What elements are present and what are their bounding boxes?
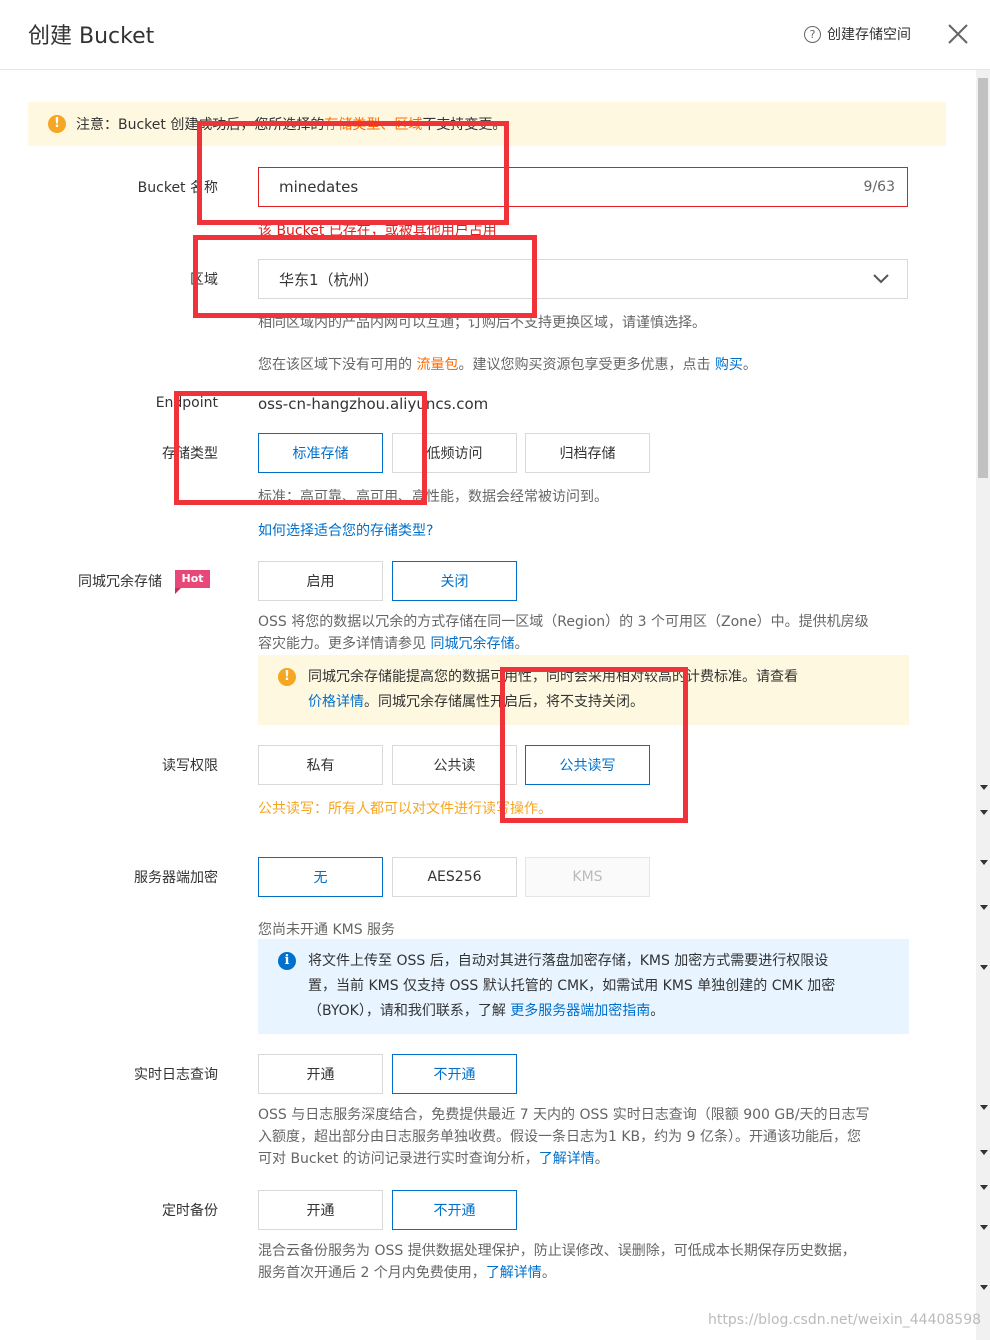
zrs-label: 同城冗余存储 — [78, 574, 162, 590]
acl-private-button[interactable]: 私有 — [258, 745, 383, 785]
annotation-box-bucket-name — [197, 121, 509, 225]
realtime-log-description: OSS 与日志服务深度结合，免费提供最近 7 天内的 OSS 实时日志查询（限额… — [258, 1104, 913, 1170]
scroll-marker — [980, 1225, 988, 1230]
char-counter: 9/63 — [863, 179, 895, 195]
scroll-marker — [980, 1105, 988, 1110]
question-icon: ? — [804, 25, 821, 43]
help-link[interactable]: ? 创建存储空间 — [804, 24, 911, 44]
package-suffix: 。 — [742, 357, 757, 373]
annotation-box-storage-class — [174, 391, 427, 505]
encryption-none-button[interactable]: 无 — [258, 857, 383, 897]
kms-hint: 您尚未开通 KMS 服务 — [258, 922, 396, 938]
encryption-info-line3: （BYOK），请和我们联系，了解 更多服务器端加密指南。 — [308, 999, 889, 1024]
zrs-description: OSS 将您的数据以冗余的方式存储在同一区域（Region）的 3 个可用区（Z… — [258, 611, 913, 655]
package-prefix: 您在该区域下没有可用的 — [258, 357, 417, 373]
zrs-enable-button[interactable]: 启用 — [258, 561, 383, 601]
encryption-label: 服务器端加密 — [134, 870, 218, 886]
info-icon: i — [278, 952, 296, 970]
dialog-header: 创建 Bucket ? 创建存储空间 — [0, 0, 990, 70]
encryption-info-end: 。 — [650, 1003, 665, 1019]
backup-detail-link[interactable]: 了解详情 — [486, 1265, 542, 1281]
backup-enable-button[interactable]: 开通 — [258, 1190, 383, 1230]
realtime-log-desc-text: 可对 Bucket 的访问记录进行实时查询分析， — [258, 1151, 539, 1167]
scroll-marker — [980, 810, 988, 815]
backup-label: 定时备份 — [162, 1203, 218, 1219]
encryption-aes256-button[interactable]: AES256 — [392, 857, 517, 897]
scroll-marker — [980, 1185, 988, 1190]
package-middle: 。建议您购买资源包享受更多优惠，点击 — [458, 357, 715, 373]
realtime-log-enable-button[interactable]: 开通 — [258, 1054, 383, 1094]
storage-class-help-link[interactable]: 如何选择适合您的存储类型? — [258, 520, 433, 540]
acl-public-read-button[interactable]: 公共读 — [392, 745, 517, 785]
chevron-down-icon — [873, 274, 889, 284]
hot-badge: Hot — [175, 570, 210, 594]
help-label: 创建存储空间 — [827, 27, 911, 43]
scroll-marker — [980, 860, 988, 865]
acl-label: 读写权限 — [162, 758, 218, 774]
realtime-log-label: 实时日志查询 — [134, 1067, 218, 1083]
scroll-marker — [980, 1285, 988, 1290]
realtime-log-disable-button[interactable]: 不开通 — [392, 1054, 517, 1094]
scrollbar-thumb[interactable] — [978, 78, 988, 478]
dialog-title: 创建 Bucket — [28, 24, 155, 49]
scrollbar[interactable] — [976, 70, 990, 1340]
zrs-disable-button[interactable]: 关闭 — [392, 561, 517, 601]
watermark: https://blog.csdn.net/weixin_44408598 — [708, 1312, 982, 1328]
backup-description: 混合云备份服务为 OSS 提供数据处理保护，防止误修改、误删除，可低成本长期保存… — [258, 1240, 913, 1284]
encryption-info-box: i 将文件上传至 OSS 后，自动对其进行落盘加密存储，KMS 加密方式需要进行… — [258, 939, 909, 1034]
package-link[interactable]: 流量包 — [416, 357, 458, 373]
zrs-desc-line1: OSS 将您的数据以冗余的方式存储在同一区域（Region）的 3 个可用区（Z… — [258, 614, 869, 630]
realtime-log-desc-line1: OSS 与日志服务深度结合，免费提供最近 7 天内的 OSS 实时日志查询（限额… — [258, 1107, 870, 1123]
encryption-kms-button: KMS — [525, 857, 650, 897]
backup-disable-button[interactable]: 不开通 — [392, 1190, 517, 1230]
close-icon[interactable] — [946, 22, 970, 46]
backup-desc-end: 。 — [541, 1265, 556, 1281]
zrs-doc-link[interactable]: 同城冗余存储 — [430, 636, 514, 652]
zrs-desc-text: 容灾能力。更多详情请参见 — [258, 636, 431, 652]
encryption-guide-link[interactable]: 更多服务器端加密指南 — [510, 1003, 650, 1019]
realtime-log-desc-line3: 可对 Bucket 的访问记录进行实时查询分析，了解详情。 — [258, 1148, 913, 1170]
realtime-log-detail-link[interactable]: 了解详情 — [539, 1151, 595, 1167]
scroll-marker — [980, 785, 988, 790]
price-detail-link[interactable]: 价格详情 — [308, 694, 364, 710]
backup-desc-line2: 服务首次开通后 2 个月内免费使用，了解详情。 — [258, 1262, 913, 1284]
backup-desc-line1: 混合云备份服务为 OSS 提供数据处理保护，防止误修改、误删除，可低成本长期保存… — [258, 1243, 856, 1259]
scroll-marker — [980, 1150, 988, 1155]
encryption-info-text: （BYOK），请和我们联系，了解 — [308, 1003, 511, 1019]
encryption-info-line1: 将文件上传至 OSS 后，自动对其进行落盘加密存储，KMS 加密方式需要进行权限… — [308, 953, 829, 969]
warning-icon: ! — [48, 115, 66, 133]
scroll-marker — [980, 905, 988, 910]
package-hint: 您在该区域下没有可用的 流量包。建议您购买资源包享受更多优惠，点击 购买。 — [258, 354, 757, 374]
realtime-log-desc-line2: 入额度，超出部分由日志服务单独收费。假设一条日志为1 KB，约为 9 亿条）。开… — [258, 1129, 861, 1145]
annotation-box-acl — [500, 667, 688, 823]
warning-icon: ! — [278, 668, 296, 686]
realtime-log-desc-end: 。 — [594, 1151, 609, 1167]
zrs-desc-line2: 容灾能力。更多详情请参见 同城冗余存储。 — [258, 633, 913, 655]
encryption-info-line2: 置，当前 KMS 仅支持 OSS 默认托管的 CMK，如需试用 KMS 单独创建… — [308, 978, 836, 994]
scroll-marker — [980, 965, 988, 970]
storage-archive-button[interactable]: 归档存储 — [525, 433, 650, 473]
backup-desc-text: 服务首次开通后 2 个月内免费使用， — [258, 1265, 486, 1281]
zrs-desc-end: 。 — [514, 636, 529, 652]
buy-link[interactable]: 购买 — [715, 357, 743, 373]
annotation-box-region — [193, 235, 537, 318]
